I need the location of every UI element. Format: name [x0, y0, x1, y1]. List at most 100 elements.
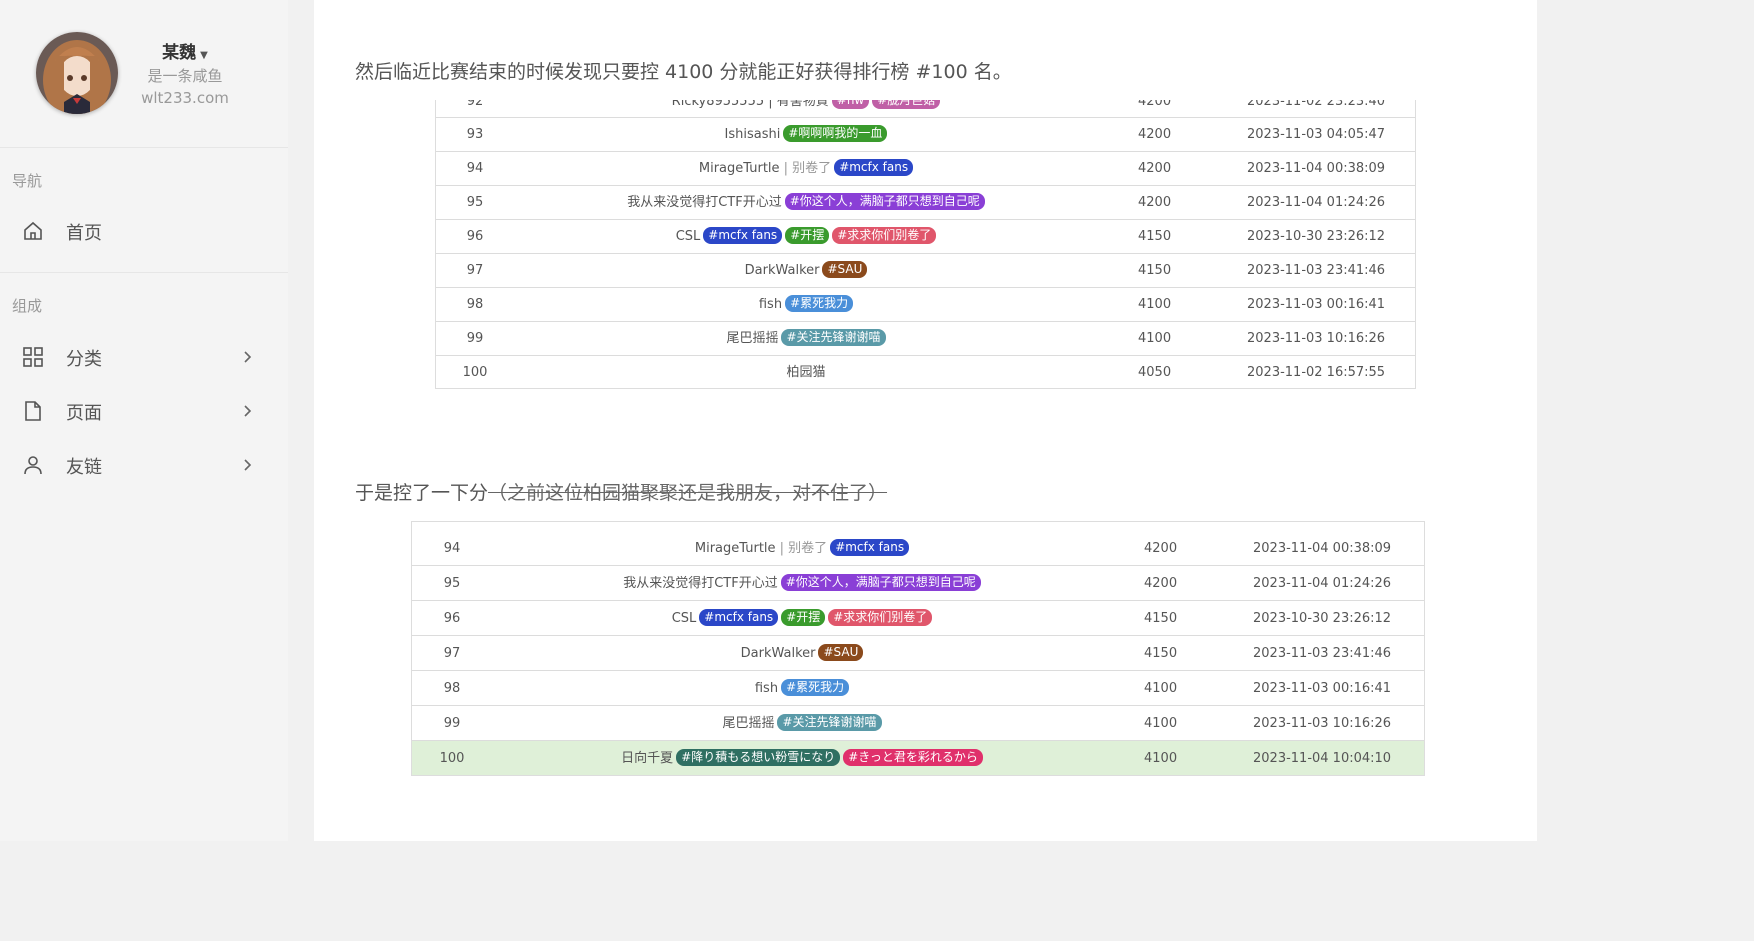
team-name-cell: fish #累死我力 [596, 288, 1016, 322]
team-tag: #降り積もる想い粉雪になり [676, 749, 841, 766]
avatar[interactable] [36, 32, 118, 114]
team-name-cell: Ishisashi #啊啊啊我的一血 [596, 118, 1016, 152]
team-name: 尾巴摇摇 [726, 331, 779, 346]
article-paragraph: 然后临近比赛结束的时候发现只要控 4100 分就能正好获得排行榜 #100 名。 [355, 61, 1012, 83]
team-name-cell: 我从来没觉得打CTF开心过 #你这个人，满脑子都只想到自己呢 [562, 566, 1042, 601]
team-note: | 别卷了 [775, 541, 828, 556]
sidebar-item-home[interactable]: 首页 [0, 209, 288, 253]
time-cell: 2023-11-04 00:38:09 [1253, 541, 1392, 556]
table-row: 94 MirageTurtle | 别卷了 #mcfx fans 4200 2023-1… [412, 531, 1424, 566]
rank-cell: 98 [443, 681, 461, 696]
table-row: 96 CSL #mcfx fans #开摆 #求求你们别卷了 4150 2023-10-30… [436, 220, 1415, 254]
home-icon [22, 220, 44, 242]
team-tag: #累死我力 [785, 295, 854, 312]
team-name-cell: MirageTurtle | 别卷了 #mcfx fans [562, 531, 1042, 566]
team-name-cell: Ricky8955555 | 有害物質 #hw #胧月巨菇 [596, 100, 1016, 118]
team-tag: #求求你们别卷了 [828, 609, 933, 626]
team-tag: #きっと君を彩れるから [843, 749, 983, 766]
table-row: 100 日向千夏 #降り積もる想い粉雪になり #きっと君を彩れるから 4100 2023-… [412, 741, 1424, 775]
team-name: 我从来没觉得打CTF开心过 [627, 195, 782, 210]
score-cell: 4150 [1144, 646, 1178, 661]
time-cell: 2023-11-03 10:16:26 [1247, 331, 1386, 346]
team-name: MirageTurtle [698, 161, 780, 176]
chevron-right-icon [242, 456, 254, 474]
score-cell: 4100 [1144, 716, 1178, 731]
divider [0, 272, 288, 273]
leaderboard-screenshot-2: 94 MirageTurtle | 别卷了 #mcfx fans 4200 2023-1… [411, 521, 1425, 776]
time-cell: 2023-11-03 04:05:47 [1247, 127, 1386, 142]
score-cell: 4200 [1138, 161, 1172, 176]
score-cell: 4200 [1138, 127, 1172, 142]
score-cell: 4100 [1144, 681, 1178, 696]
team-tag: #关注先锋谢谢喵 [777, 714, 882, 731]
team-name: MirageTurtle [694, 541, 776, 556]
rank-cell: 97 [443, 646, 461, 661]
time-cell: 2023-11-04 00:38:09 [1247, 161, 1386, 176]
team-name-cell: MirageTurtle | 别卷了 #mcfx fans [596, 152, 1016, 186]
team-name: 尾巴摇摇 [722, 716, 775, 731]
team-name-cell: 尾巴摇摇 #关注先锋谢谢喵 [596, 322, 1016, 356]
profile-card: 某魏 ▼ 是一条咸鱼 wlt233.com [0, 0, 288, 148]
user-icon [22, 454, 44, 476]
strikethrough-text: （之前这位柏园猫聚聚还是我朋友，对不住了） [488, 482, 888, 504]
sidebar-item-pages[interactable]: 页面 [0, 389, 288, 433]
time-cell: 2023-10-30 23:26:12 [1247, 229, 1386, 244]
rank-cell: 96 [466, 229, 484, 244]
table-row: 98 fish #累死我力 4100 2023-11-03 00:16:41 [412, 671, 1424, 706]
sidebar-item-categories[interactable]: 分类 [0, 335, 288, 379]
team-name: fish [754, 681, 779, 696]
page-margin [1537, 0, 1568, 841]
time-cell: 2023-11-03 00:16:41 [1247, 297, 1386, 312]
table-row: 100 柏园猫 4050 2023-11-02 16:57:55 [436, 356, 1415, 388]
rank-cell: 95 [466, 195, 484, 210]
team-name: 我从来没觉得打CTF开心过 [623, 576, 778, 591]
rank-cell: 99 [443, 716, 461, 731]
team-tag: #mcfx fans [699, 609, 779, 626]
team-tag: #hw [831, 100, 870, 109]
score-cell: 4100 [1138, 297, 1172, 312]
time-cell: 2023-11-03 00:16:41 [1253, 681, 1392, 696]
team-name-cell: DarkWalker #SAU [562, 636, 1042, 671]
profile-description: 是一条咸鱼 [147, 67, 223, 85]
chevron-right-icon [242, 348, 254, 366]
time-cell: 2023-11-03 10:16:26 [1253, 716, 1392, 731]
table-row: 99 尾巴摇摇 #关注先锋谢谢喵 4100 2023-11-03 10:16:26 [412, 706, 1424, 741]
paragraph-text: 于是控了一下分 [355, 482, 489, 504]
team-name-cell: 尾巴摇摇 #关注先锋谢谢喵 [562, 706, 1042, 741]
team-tag: #SAU [822, 261, 868, 278]
score-cell: 4200 [1144, 541, 1178, 556]
profile-name[interactable]: 某魏 ▼ [140, 38, 230, 63]
team-name: DarkWalker [740, 646, 816, 661]
score-cell: 4200 [1138, 195, 1172, 210]
sidebar-item-label: 页面 [66, 403, 102, 424]
table-row: 97 DarkWalker #SAU 4150 2023-11-03 23:41:46 [412, 636, 1424, 671]
time-cell: 2023-11-03 23:41:46 [1253, 646, 1392, 661]
table-row: 99 尾巴摇摇 #关注先锋谢谢喵 4100 2023-11-03 10:16:26 [436, 322, 1415, 356]
team-tag: #SAU [818, 644, 864, 661]
table-row: 92 Ricky8955555 | 有害物質 #hw #胧月巨菇 4200 2023-11… [436, 100, 1415, 118]
compose-section-label: 组成 [12, 297, 43, 315]
rank-cell: 92 [466, 100, 484, 109]
sidebar-item-friends[interactable]: 友链 [0, 443, 288, 487]
team-name: Ricky8955555 | 有害物質 [671, 100, 829, 109]
team-name-cell: CSL #mcfx fans #开摆 #求求你们别卷了 [596, 220, 1016, 254]
team-name: DarkWalker [744, 263, 820, 278]
team-name-cell: DarkWalker #SAU [596, 254, 1016, 288]
chevron-right-icon [242, 402, 254, 420]
team-note: | 别卷了 [779, 161, 832, 176]
team-name-cell: fish #累死我力 [562, 671, 1042, 706]
score-cell: 4150 [1138, 263, 1172, 278]
table-row: 93 Ishisashi #啊啊啊我的一血 4200 2023-11-03 04:05:… [436, 118, 1415, 152]
team-name-cell: 日向千夏 #降り積もる想い粉雪になり #きっと君を彩れるから [562, 741, 1042, 775]
team-tag: #你这个人，满脑子都只想到自己呢 [780, 574, 981, 591]
time-cell: 2023-11-02 16:57:55 [1247, 365, 1386, 380]
score-cell: 4100 [1138, 331, 1172, 346]
file-icon [22, 400, 44, 422]
score-cell: 4100 [1144, 751, 1178, 766]
table-row: 94 MirageTurtle | 别卷了 #mcfx fans 4200 2023-1… [436, 152, 1415, 186]
article-paragraph-2: 于是控了一下分（之前这位柏园猫聚聚还是我朋友，对不住了） [355, 478, 887, 505]
team-tag: #关注先锋谢谢喵 [781, 329, 886, 346]
score-cell: 4150 [1138, 229, 1172, 244]
rank-cell: 100 [439, 751, 465, 766]
team-name: CSL [671, 611, 697, 626]
